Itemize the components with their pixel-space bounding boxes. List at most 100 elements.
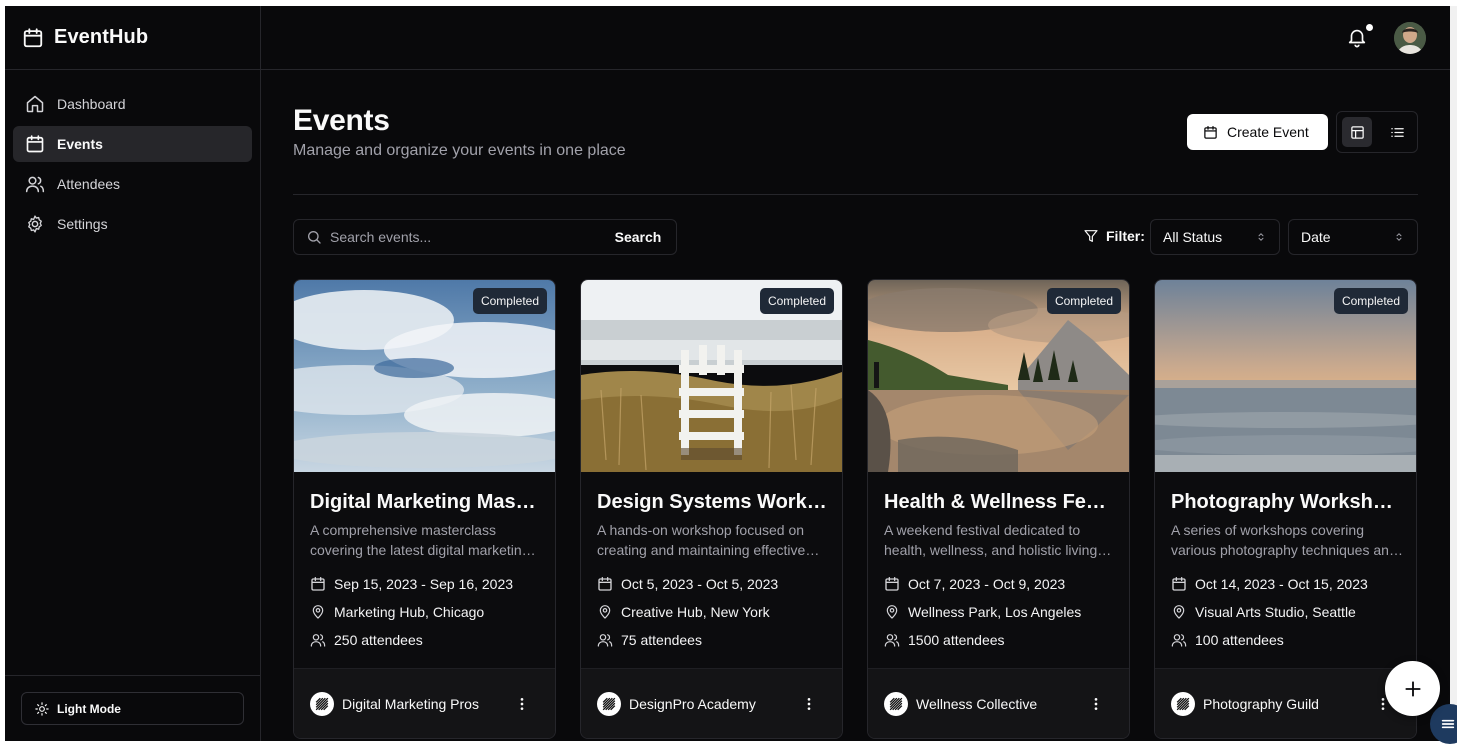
card-footer: Wellness Collective: [868, 668, 1129, 738]
more-options-button[interactable]: [1086, 694, 1106, 714]
event-card[interactable]: Completed Health & Wellness Festival A w…: [867, 279, 1130, 739]
view-toggle: [1336, 111, 1418, 153]
status-badge: Completed: [472, 288, 547, 314]
sidebar-item-settings[interactable]: Settings: [13, 206, 252, 242]
filter-label-text: Filter:: [1106, 228, 1145, 244]
add-event-fab[interactable]: [1385, 661, 1440, 716]
organizer-logo: [310, 692, 334, 716]
light-mode-label: Light Mode: [57, 701, 121, 716]
event-card[interactable]: Completed Digital Marketing Masterclass …: [293, 279, 556, 739]
header-divider: [293, 194, 1418, 195]
event-attendees-text: 1500 attendees: [908, 632, 1005, 648]
topbar: [261, 6, 1450, 70]
map-pin-icon: [884, 604, 900, 620]
notification-dot: [1366, 24, 1373, 31]
organizer-name: Digital Marketing Pros: [342, 696, 479, 712]
calendar-icon: [25, 134, 45, 154]
create-event-label: Create Event: [1227, 124, 1309, 140]
app-name: EventHub: [54, 26, 149, 48]
more-vertical-icon: [514, 696, 530, 712]
status-badge: Completed: [759, 288, 834, 314]
event-image: Completed: [868, 280, 1129, 472]
main-content: Events Manage and organize your events i…: [261, 70, 1450, 741]
plus-icon: [1404, 680, 1421, 697]
avatar[interactable]: [1394, 22, 1426, 54]
bell-icon[interactable]: [1346, 26, 1368, 48]
event-description: A weekend festival dedicated to health, …: [884, 522, 1098, 558]
event-attendees-text: 100 attendees: [1195, 632, 1284, 648]
user-photo-icon: [1394, 22, 1426, 54]
event-date-text: Oct 14, 2023 - Oct 15, 2023: [1195, 576, 1368, 592]
organizer-logo: [884, 692, 908, 716]
calendar-icon: [1171, 576, 1187, 592]
event-description: A series of workshops covering various p…: [1171, 522, 1397, 558]
event-image: Completed: [294, 280, 555, 472]
card-footer: Digital Marketing Pros: [294, 668, 555, 738]
sidebar: EventHub Dashboard Events Attendees Sett…: [5, 6, 261, 741]
list-icon: [1390, 127, 1404, 137]
home-icon: [25, 94, 45, 114]
more-options-button[interactable]: [512, 694, 532, 714]
chevron-up-down-icon: [1255, 231, 1267, 243]
event-description: A hands-on workshop focused on creating …: [597, 522, 806, 558]
calendar-icon: [1203, 125, 1218, 140]
sidebar-item-label: Settings: [57, 216, 108, 232]
event-location: Visual Arts Studio, Seattle: [1171, 604, 1356, 620]
grid-view-button[interactable]: [1342, 117, 1372, 147]
search-input[interactable]: [330, 229, 600, 245]
event-title: Design Systems Workshop: [597, 491, 829, 513]
event-card[interactable]: Completed Photography Workshop Series A …: [1154, 279, 1417, 739]
sidebar-item-events[interactable]: Events: [13, 126, 252, 162]
sidebar-item-dashboard[interactable]: Dashboard: [13, 86, 252, 122]
users-icon: [310, 632, 326, 648]
search-icon: [306, 229, 322, 245]
sidebar-item-label: Attendees: [57, 176, 121, 192]
event-card[interactable]: Completed Design Systems Workshop A hand…: [580, 279, 843, 739]
event-attendees-text: 75 attendees: [621, 632, 702, 648]
event-date: Oct 7, 2023 - Oct 9, 2023: [884, 576, 1065, 592]
event-location: Creative Hub, New York: [597, 604, 770, 620]
organizer-logo-icon: [886, 694, 906, 714]
card-footer: Photography Guild: [1155, 668, 1416, 738]
filter-label: Filter:: [1083, 228, 1145, 244]
event-title: Health & Wellness Festival: [884, 491, 1116, 513]
calendar-icon: [884, 576, 900, 592]
gear-icon: [25, 214, 45, 234]
create-event-button[interactable]: Create Event: [1187, 114, 1328, 150]
users-icon: [597, 632, 613, 648]
organizer-logo: [597, 692, 621, 716]
event-location-text: Visual Arts Studio, Seattle: [1195, 604, 1356, 620]
event-location: Wellness Park, Los Angeles: [884, 604, 1081, 620]
users-icon: [1171, 632, 1187, 648]
event-attendees: 75 attendees: [597, 632, 702, 648]
sidebar-item-label: Events: [57, 136, 103, 152]
light-mode-button[interactable]: Light Mode: [21, 692, 244, 725]
scrollbar[interactable]: [1450, 6, 1457, 741]
event-attendees: 1500 attendees: [884, 632, 1005, 648]
status-select[interactable]: All Status: [1150, 219, 1280, 255]
event-title: Photography Workshop Series: [1171, 491, 1403, 513]
list-view-button[interactable]: [1382, 117, 1412, 147]
event-attendees: 100 attendees: [1171, 632, 1284, 648]
organizer-logo: [1171, 692, 1195, 716]
organizer-name: DesignPro Academy: [629, 696, 756, 712]
organizer-logo-icon: [599, 694, 619, 714]
organizer-logo-icon: [312, 694, 332, 714]
event-attendees-text: 250 attendees: [334, 632, 423, 648]
search-bar: Search: [293, 219, 677, 255]
organizer-name: Photography Guild: [1203, 696, 1319, 712]
event-attendees: 250 attendees: [310, 632, 423, 648]
card-footer: DesignPro Academy: [581, 668, 842, 738]
brand[interactable]: EventHub: [5, 6, 260, 70]
event-location-text: Marketing Hub, Chicago: [334, 604, 485, 620]
sidebar-item-attendees[interactable]: Attendees: [13, 166, 252, 202]
event-image: Completed: [581, 280, 842, 472]
more-options-button[interactable]: [799, 694, 819, 714]
event-location-text: Creative Hub, New York: [621, 604, 770, 620]
sort-select[interactable]: Date: [1288, 219, 1418, 255]
sort-select-value: Date: [1301, 229, 1331, 245]
sidebar-item-label: Dashboard: [57, 96, 126, 112]
event-location-text: Wellness Park, Los Angeles: [908, 604, 1082, 620]
search-button[interactable]: Search: [600, 220, 676, 254]
calendar-icon: [310, 576, 326, 592]
